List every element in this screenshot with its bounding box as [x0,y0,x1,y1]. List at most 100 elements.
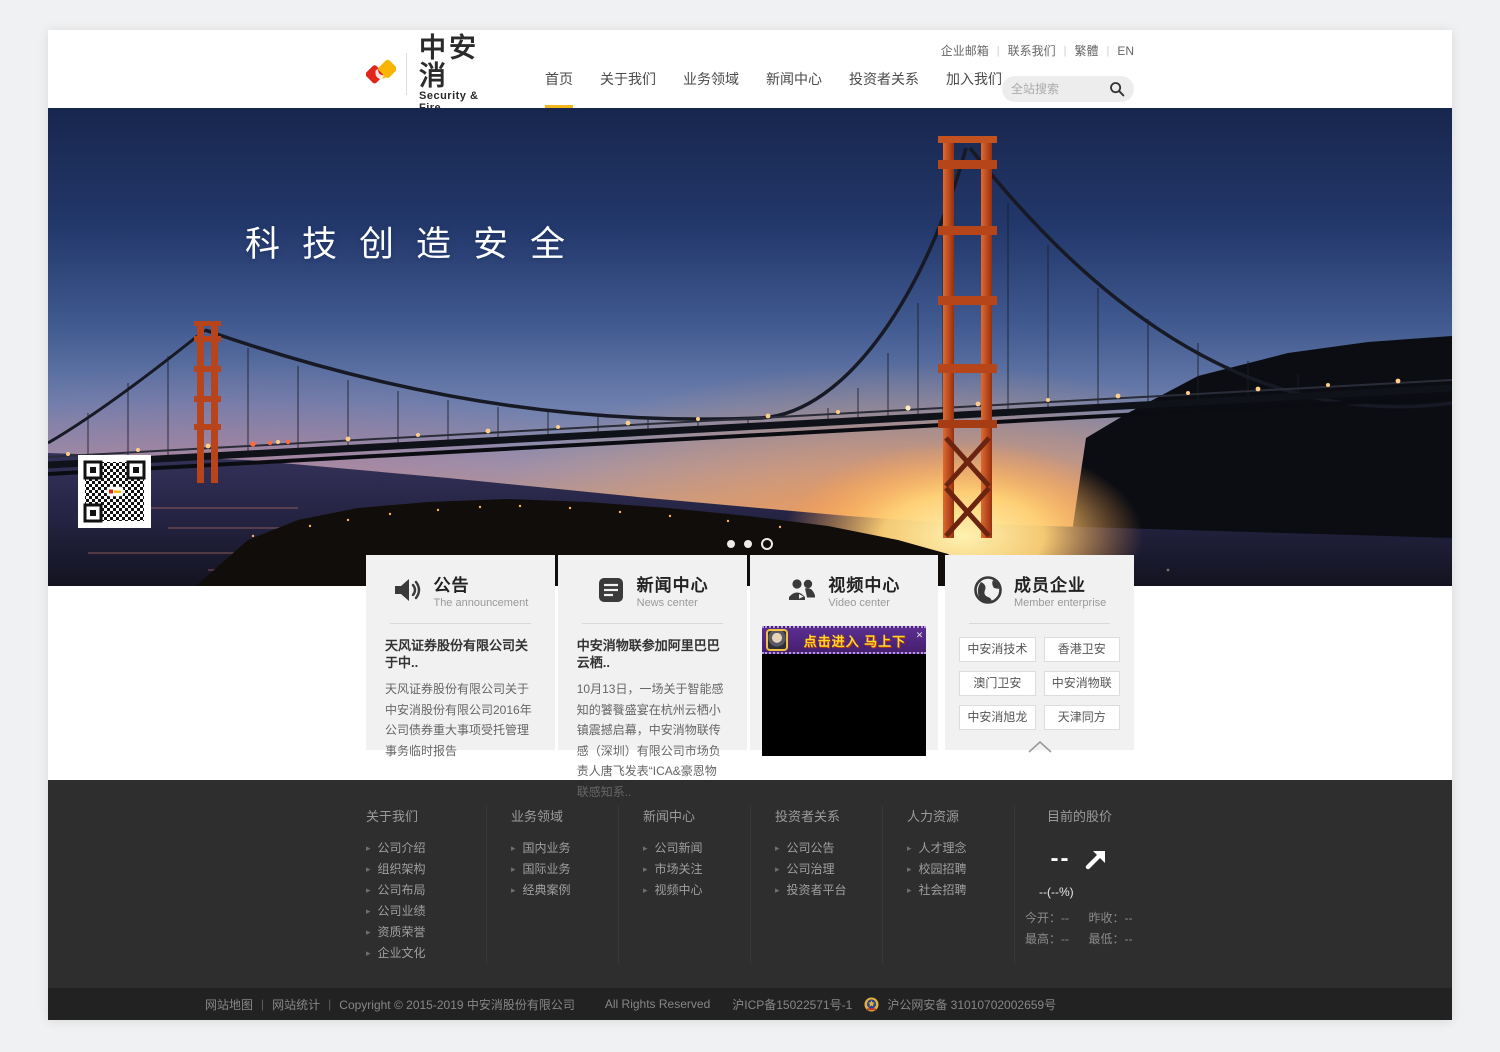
arrow-bullet-icon: ▸ [366,922,371,943]
nav-news[interactable]: 新闻中心 [766,69,822,108]
footer-link[interactable]: ▸国际业务 [511,859,618,880]
utility-link-mail[interactable]: 企业邮箱 [941,42,989,59]
nav-join[interactable]: 加入我们 [946,69,1002,108]
carousel-dot-1[interactable] [727,540,735,548]
site-footer: 关于我们 ▸公司介绍 ▸组织架构 ▸公司布局 ▸公司业绩 ▸资质荣誉 ▸企业文化… [48,780,1452,988]
announcement-item-title[interactable]: 天风证券股份有限公司关于中.. [385,637,536,671]
carousel-dot-3-active[interactable] [761,538,773,550]
utility-link-en[interactable]: EN [1117,44,1134,58]
globe-icon [973,575,1003,605]
video-card: ▶ 视频中心 Video center 点击进入 马上下 ✕ [750,555,939,750]
separator: | [328,997,331,1011]
stock-up-arrow-icon [1084,847,1108,871]
member-company-button[interactable]: 中安消物联 [1044,671,1120,696]
footer-link[interactable]: ▸公司新闻 [643,838,750,859]
announcement-title: 公告 [433,571,528,596]
separator: | [997,45,1000,57]
company-logo[interactable]: 中安消 Security & Fire [366,30,481,108]
footer-col-title: 关于我们 [366,806,486,825]
arrow-bullet-icon: ▸ [366,838,371,859]
footer-link[interactable]: ▸校园招聘 [907,859,1014,880]
speaker-icon [392,575,422,605]
stock-stat-low: 最低：-- [1089,930,1135,947]
video-title: 视频中心 [828,571,900,596]
nav-investor[interactable]: 投资者关系 [849,69,919,108]
stock-stat-high: 最高：-- [1025,930,1071,947]
separator: | [261,997,264,1011]
footer-link[interactable]: ▸资质荣誉 [366,922,486,943]
arrow-bullet-icon: ▸ [366,943,371,964]
footer-link[interactable]: ▸公司介绍 [366,838,486,859]
footer-link[interactable]: ▸国内业务 [511,838,618,859]
collapse-chevron-icon[interactable] [945,741,1134,753]
members-card: 成员企业 Member enterprise 中安消技术 香港卫安 澳门卫安 中… [945,555,1134,750]
qr-code [78,455,151,528]
utility-link-contact[interactable]: 联系我们 [1008,42,1056,59]
search-icon[interactable] [1109,81,1125,97]
page: 中安消 Security & Fire 企业邮箱 | 联系我们 | 繁體 | E… [48,30,1452,1020]
footer-col-hr: 人力资源 ▸人才理念 ▸校园招聘 ▸社会招聘 [882,806,1014,964]
footer-link[interactable]: ▸公司公告 [775,838,882,859]
separator: | [1064,45,1067,57]
video-thumbnail[interactable]: 点击进入 马上下 ✕ [762,626,927,756]
ad-close-icon[interactable]: ✕ [916,631,924,640]
member-company-button[interactable]: 天津同方 [1044,705,1120,730]
footer-link[interactable]: ▸经典案例 [511,880,618,901]
utility-links: 企业邮箱 | 联系我们 | 繁體 | EN [481,42,1134,59]
police-badge-icon [864,997,879,1012]
ad-banner-text[interactable]: 点击进入 马上下 [788,631,923,650]
footer-col-about: 关于我们 ▸公司介绍 ▸组织架构 ▸公司布局 ▸公司业绩 ▸资质荣誉 ▸企业文化 [366,806,486,964]
member-company-button[interactable]: 中安消旭龙 [959,705,1035,730]
member-company-button[interactable]: 中安消技术 [959,637,1035,662]
nav-business[interactable]: 业务领域 [683,69,739,108]
member-company-button[interactable]: 澳门卫安 [959,671,1035,696]
footer-link[interactable]: ▸企业文化 [366,943,486,964]
footer-link[interactable]: ▸公司治理 [775,859,882,880]
spacer [48,750,1452,780]
nav-about[interactable]: 关于我们 [600,69,656,108]
members-title: 成员企业 [1014,571,1106,596]
footer-link[interactable]: ▸投资者平台 [775,880,882,901]
footer-link[interactable]: ▸公司业绩 [366,901,486,922]
footer-col-title: 人力资源 [907,806,1014,825]
footer-link[interactable]: ▸视频中心 [643,880,750,901]
announcement-card: 公告 The announcement 天风证券股份有限公司关于中.. 天风证券… [366,555,555,750]
bridge-sunset-photo [48,108,1452,586]
main-nav: 首页 关于我们 业务领域 新闻中心 投资者关系 加入我们 [545,69,1002,108]
video-screen[interactable] [762,654,927,756]
logo-divider [406,53,407,95]
member-company-button[interactable]: 香港卫安 [1044,637,1120,662]
stock-price-value: -- [1051,845,1071,873]
police-record-link[interactable]: 沪公网安备 31010702002659号 [887,996,1056,1013]
stock-stat-open: 今开：-- [1025,909,1071,926]
search-input[interactable] [1011,82,1109,96]
separator: | [1106,45,1109,57]
sitemap-link[interactable]: 网站地图 [205,996,253,1013]
video-ad-banner[interactable]: 点击进入 马上下 ✕ [762,626,927,654]
footer-link[interactable]: ▸人才理念 [907,838,1014,859]
arrow-bullet-icon: ▸ [643,859,648,880]
carousel-dot-2[interactable] [744,540,752,548]
news-card: 新闻中心 News center 中安消物联参加阿里巴巴云栖.. 10月13日，… [558,555,747,750]
footer-link[interactable]: ▸组织架构 [366,859,486,880]
ad-avatar [766,629,788,651]
arrow-bullet-icon: ▸ [643,838,648,859]
site-stats-link[interactable]: 网站统计 [272,996,320,1013]
footer-link[interactable]: ▸公司布局 [366,880,486,901]
news-item-title[interactable]: 中安消物联参加阿里巴巴云栖.. [577,637,728,671]
arrow-bullet-icon: ▸ [366,880,371,901]
news-title: 新闻中心 [637,571,709,596]
footer-col-investor: 投资者关系 ▸公司公告 ▸公司治理 ▸投资者平台 [750,806,882,964]
nav-home[interactable]: 首页 [545,69,573,108]
copyright-text: Copyright © 2015-2019 中安消股份有限公司 [339,996,575,1013]
utility-link-traditional[interactable]: 繁體 [1074,42,1098,59]
footer-link[interactable]: ▸社会招聘 [907,880,1014,901]
icp-license-link[interactable]: 沪ICP备15022571号-1 [732,996,852,1013]
announcement-item-body: 天风证券股份有限公司关于中安消股份有限公司2016年公司债券重大事项受托管理事务… [385,679,536,761]
news-item-body: 10月13日，一场关于智能感知的饕餮盛宴在杭州云栖小镇震撼启幕，中安消物联传感（… [577,679,728,802]
footer-link[interactable]: ▸市场关注 [643,859,750,880]
stock-title: 目前的股价 [1025,806,1134,825]
news-doc-icon [596,575,626,605]
members-subtitle: Member enterprise [1014,597,1106,609]
footer-col-title: 新闻中心 [643,806,750,825]
